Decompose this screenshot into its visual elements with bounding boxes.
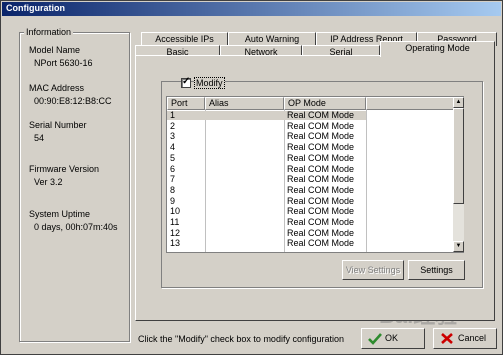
tab-operating-mode[interactable]: Operating Mode bbox=[380, 41, 495, 57]
system-uptime-value: 0 days, 00h:07m:40s bbox=[34, 222, 118, 232]
configuration-window: Configuration Information Model Name NPo… bbox=[0, 0, 503, 355]
table-row[interactable]: 2 Real COM Mode bbox=[167, 122, 454, 131]
mac-address-label: MAC Address bbox=[29, 83, 85, 93]
column-header-op-mode[interactable]: OP Mode bbox=[284, 97, 366, 110]
tab-accessible-ips[interactable]: Accessible IPs bbox=[141, 32, 228, 46]
column-header-blank[interactable] bbox=[366, 97, 454, 110]
cancel-button[interactable]: Cancel bbox=[433, 328, 497, 349]
alias-cell bbox=[205, 186, 284, 195]
port-cell: 11 bbox=[170, 218, 180, 227]
column-header-alias[interactable]: Alias bbox=[205, 97, 284, 110]
settings-button[interactable]: Settings bbox=[408, 260, 465, 280]
port-cell: 1 bbox=[167, 111, 205, 120]
alias-cell bbox=[205, 132, 284, 141]
op-mode-cell: Real COM Mode bbox=[287, 143, 355, 153]
checkmark-icon: ✓ bbox=[182, 76, 191, 87]
window-title: Configuration bbox=[6, 3, 65, 13]
op-mode-cell: Real COM Mode bbox=[287, 196, 355, 206]
cancel-x-icon bbox=[441, 333, 453, 344]
system-uptime-label: System Uptime bbox=[29, 209, 91, 219]
information-legend: Information bbox=[24, 27, 74, 37]
op-mode-cell: Real COM Mode bbox=[284, 111, 366, 120]
op-mode-cell: Real COM Mode bbox=[287, 153, 355, 163]
alias-cell bbox=[205, 175, 284, 184]
model-name-label: Model Name bbox=[29, 45, 81, 55]
view-settings-button[interactable]: View Settings bbox=[342, 260, 404, 280]
alias-cell bbox=[205, 218, 284, 227]
port-cell: 7 bbox=[170, 175, 176, 185]
op-mode-cell: Real COM Mode bbox=[287, 175, 355, 185]
firmware-version-value: Ver 3.2 bbox=[34, 177, 63, 187]
table-row[interactable]: 5 Real COM Mode bbox=[167, 154, 454, 163]
cancel-button-label: Cancel bbox=[458, 333, 487, 343]
op-mode-cell: Real COM Mode bbox=[287, 239, 355, 249]
port-cell: 10 bbox=[170, 207, 181, 217]
scroll-thumb[interactable] bbox=[453, 108, 464, 204]
scroll-up-icon[interactable]: ▲ bbox=[453, 97, 464, 108]
port-cell: 12 bbox=[170, 228, 181, 238]
port-cell: 13 bbox=[170, 239, 181, 249]
table-row[interactable]: 12 Real COM Mode bbox=[167, 229, 454, 238]
alias-cell bbox=[205, 165, 284, 174]
ports-list-header: Port Alias OP Mode bbox=[167, 97, 454, 110]
port-cell: 4 bbox=[170, 143, 176, 153]
alias-cell bbox=[205, 111, 284, 120]
alias-cell bbox=[205, 154, 284, 163]
op-mode-cell: Real COM Mode bbox=[287, 185, 355, 195]
information-group: Information Model Name NPort 5630-16 MAC… bbox=[19, 27, 130, 342]
ok-button-label: OK bbox=[385, 333, 399, 343]
title-bar[interactable]: Configuration bbox=[2, 2, 501, 16]
table-row[interactable]: 7 Real COM Mode bbox=[167, 175, 454, 184]
port-cell: 2 bbox=[170, 121, 176, 131]
model-name-value: NPort 5630-16 bbox=[34, 58, 93, 68]
modify-checkbox[interactable]: ✓ bbox=[181, 76, 191, 88]
firmware-version-label: Firmware Version bbox=[29, 164, 100, 174]
op-mode-cell: Real COM Mode bbox=[287, 218, 355, 227]
column-header-port[interactable]: Port bbox=[167, 97, 205, 110]
op-mode-cell: Real COM Mode bbox=[287, 207, 355, 217]
alias-cell bbox=[205, 229, 284, 238]
op-mode-cell: Real COM Mode bbox=[287, 164, 355, 174]
modify-label[interactable]: Modify bbox=[194, 77, 225, 89]
alias-cell bbox=[205, 197, 284, 206]
op-mode-cell: Real COM Mode bbox=[287, 121, 355, 131]
scroll-down-icon[interactable]: ▼ bbox=[453, 241, 464, 252]
status-message: Click the "Modify" check box to modify c… bbox=[138, 334, 344, 344]
port-cell: 3 bbox=[170, 132, 176, 142]
table-row[interactable]: 3 Real COM Mode bbox=[167, 132, 454, 141]
mac-address-value: 00:90:E8:12:B8:CC bbox=[34, 96, 112, 106]
serial-number-label: Serial Number bbox=[29, 120, 87, 130]
tab-auto-warning[interactable]: Auto Warning bbox=[228, 32, 316, 46]
ports-list[interactable]: Port Alias OP Mode 1 Real COM Mode 2 Real C… bbox=[166, 96, 464, 253]
alias-cell bbox=[205, 143, 284, 152]
table-row[interactable]: 8 Real COM Mode bbox=[167, 186, 454, 195]
table-row[interactable]: 11 Real COM Mode bbox=[167, 218, 454, 227]
table-row[interactable]: 4 Real COM Mode bbox=[167, 143, 454, 152]
alias-cell bbox=[205, 239, 284, 248]
table-row[interactable]: 13 Real COM Mode bbox=[167, 239, 454, 248]
ok-check-icon bbox=[368, 333, 382, 345]
port-cell: 6 bbox=[170, 164, 176, 174]
table-row[interactable]: 1 Real COM Mode bbox=[167, 111, 454, 120]
op-mode-cell: Real COM Mode bbox=[287, 228, 355, 238]
op-mode-cell: Real COM Mode bbox=[287, 132, 355, 142]
ports-list-scrollbar[interactable]: ▲ ▼ bbox=[453, 97, 464, 252]
port-cell: 9 bbox=[170, 196, 176, 206]
port-cell: 5 bbox=[170, 153, 176, 163]
alias-cell bbox=[205, 207, 284, 216]
port-cell: 8 bbox=[170, 185, 176, 195]
ok-button[interactable]: OK bbox=[361, 328, 425, 349]
table-row[interactable]: 10 Real COM Mode bbox=[167, 207, 454, 216]
table-row[interactable]: 9 Real COM Mode bbox=[167, 197, 454, 206]
table-row[interactable]: 6 Real COM Mode bbox=[167, 165, 454, 174]
alias-cell bbox=[205, 122, 284, 131]
serial-number-value: 54 bbox=[34, 133, 45, 143]
